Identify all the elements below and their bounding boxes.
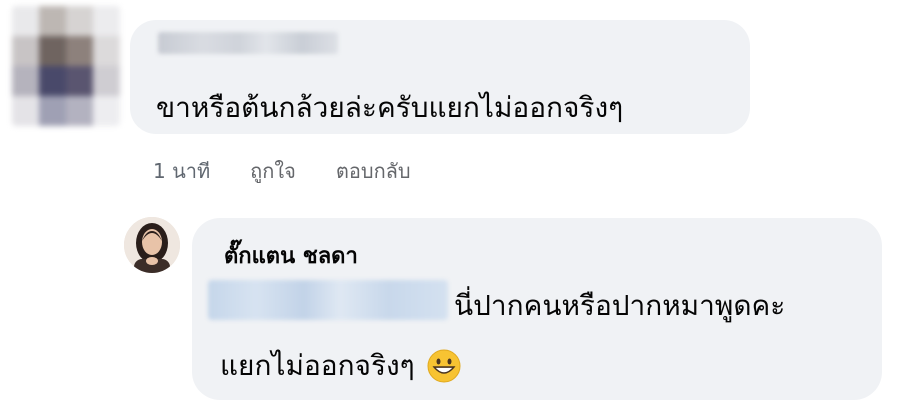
reply-author-avatar[interactable] — [124, 217, 180, 273]
reply-button[interactable]: ตอบกลับ — [336, 155, 411, 187]
comment-bubble: ขาหรือต้นกล้วยล่ะครับแยกไม่ออกจริงๆ — [130, 20, 750, 134]
comment-actions: 1 นาที ถูกใจ ตอบกลับ — [153, 155, 411, 187]
reply-bubble: ตั๊กแตน ชลดา นี่ปากคนหรือปากหมาพูดคะ แยก… — [192, 218, 882, 400]
comment-text: ขาหรือต้นกล้วยล่ะครับแยกไม่ออกจริงๆ — [156, 91, 624, 124]
mention-tag-blurred[interactable] — [208, 280, 448, 320]
reply-text-line-2-row: แยกไม่ออกจริงๆ — [220, 344, 461, 388]
commenter-name-blurred[interactable] — [158, 32, 338, 54]
avatar-portrait — [124, 217, 180, 273]
commenter-avatar-blurred[interactable] — [12, 6, 120, 126]
reply-text-line-2: แยกไม่ออกจริงๆ — [220, 349, 415, 382]
grinning-face-icon — [427, 349, 461, 383]
reply-author-name[interactable]: ตั๊กแตน ชลดา — [224, 238, 358, 273]
reply-text-line-1: นี่ปากคนหรือปากหมาพูดคะ — [454, 289, 786, 322]
comment-timestamp[interactable]: 1 นาที — [153, 155, 210, 187]
like-button[interactable]: ถูกใจ — [250, 155, 296, 187]
